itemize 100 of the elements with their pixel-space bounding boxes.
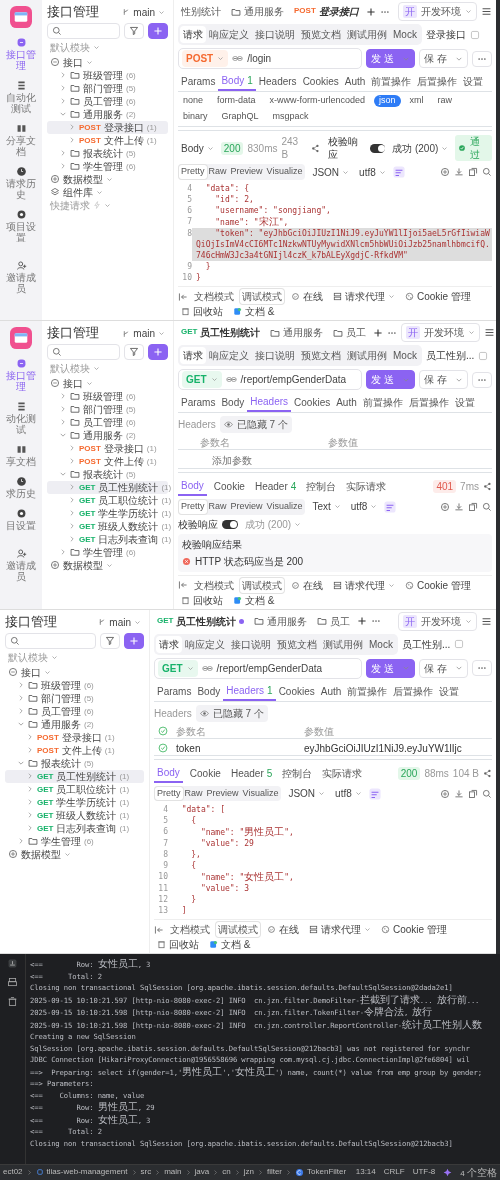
checkbox-icon[interactable]	[158, 743, 168, 754]
tab[interactable]: 接口说明	[252, 26, 298, 43]
tree-item[interactable]: 学生管理 (6)	[47, 545, 168, 559]
tab[interactable]: 通用服务	[267, 324, 327, 342]
breadcrumb[interactable]: src	[140, 1167, 152, 1178]
target-icon[interactable]	[440, 167, 450, 178]
copy-icon[interactable]	[468, 788, 478, 799]
view-tab[interactable]: Raw	[206, 165, 229, 180]
footer-item[interactable]: 在线	[288, 290, 326, 304]
tab[interactable]: 通用服务	[228, 3, 287, 20]
tab[interactable]: 员工	[314, 612, 354, 630]
tab[interactable]: Headers	[255, 72, 300, 91]
footer-item[interactable]: Cookie 管理	[402, 578, 474, 592]
environment-selector[interactable]: 开 开发环境	[398, 2, 477, 21]
format-selector[interactable]: JSON	[285, 787, 329, 801]
tab[interactable]: 性别统计	[178, 3, 224, 20]
tree-item[interactable]: POST 文件上传 (1)	[5, 743, 144, 757]
tree-item[interactable]: 报表统计 (5)	[47, 467, 168, 481]
menu-icon[interactable]	[481, 615, 492, 627]
tab[interactable]: Body	[218, 393, 248, 413]
tab[interactable]: 后置操作	[414, 72, 461, 91]
footer-item[interactable]: 请求代理	[306, 923, 374, 937]
tab[interactable]: 请求	[156, 635, 182, 653]
tree-item[interactable]: GET 班级人数统计 (1)	[5, 808, 144, 822]
tree-item[interactable]: GET 学生学历统计 (1)	[5, 795, 144, 809]
share-icon[interactable]	[483, 768, 492, 778]
body-type-option[interactable]: GraphQL	[216, 110, 264, 123]
rail-item[interactable]: 目设置	[1, 508, 41, 532]
footer-item[interactable]: 文档 &	[230, 593, 278, 607]
toggle-switch[interactable]	[369, 143, 386, 153]
tab[interactable]: 前置操作	[344, 681, 391, 701]
tab[interactable]: 请求	[180, 26, 206, 43]
footer-item[interactable]: 请求代理	[330, 578, 398, 592]
body-type-option[interactable]: none	[178, 95, 209, 107]
tree-item[interactable]: 组件库	[47, 185, 168, 199]
copy-icon[interactable]	[468, 167, 478, 178]
tree-item[interactable]: 接口	[47, 55, 168, 69]
wrap-icon[interactable]	[368, 787, 381, 800]
tree-item[interactable]: 部门管理 (5)	[47, 81, 168, 95]
view-tab[interactable]: Preview	[228, 500, 265, 514]
body-type-option[interactable]: form-data	[212, 95, 261, 107]
tab[interactable]: Auth	[317, 681, 345, 701]
encoding-selector[interactable]: utf8	[356, 165, 389, 179]
mode-tab[interactable]: 调试模式	[240, 289, 284, 305]
tab[interactable]: Mock	[366, 635, 396, 653]
menu-icon[interactable]	[481, 6, 492, 17]
tree-item[interactable]: 报表统计 (5)	[5, 756, 144, 770]
status-item[interactable]: 4 个空格	[460, 1165, 497, 1179]
rail-item[interactable]: 分享文档	[1, 123, 41, 157]
scroll-end-icon[interactable]	[7, 958, 18, 970]
search-icon[interactable]	[482, 167, 492, 178]
tree-item[interactable]: 接口	[5, 665, 144, 679]
tree-item[interactable]: 通用服务 (2)	[5, 717, 144, 731]
collapse-icon[interactable]	[178, 291, 188, 302]
save-button[interactable]: 保 存	[419, 658, 468, 678]
view-tab[interactable]: Visualize	[264, 165, 305, 180]
tree-item[interactable]: 员工管理 (6)	[5, 704, 144, 718]
tab[interactable]: 设置	[460, 72, 487, 91]
tab[interactable]: 测试用例	[320, 635, 366, 653]
rail-item[interactable]: 动化测试	[1, 401, 41, 436]
more-button[interactable]	[472, 660, 492, 677]
filter-button[interactable]	[100, 632, 120, 649]
tab[interactable]: 前置操作	[368, 72, 415, 91]
tree-item[interactable]: 部门管理 (5)	[47, 402, 168, 416]
tree-item[interactable]: GET 员工性别统计 (1)	[5, 769, 144, 783]
tab[interactable]: 前置操作	[359, 393, 406, 413]
footer-item[interactable]: 回收站	[178, 593, 226, 607]
footer-item[interactable]: 在线	[264, 923, 302, 937]
tab[interactable]: 实际请求	[343, 478, 390, 496]
branch-selector[interactable]: main	[119, 5, 168, 19]
tree-item[interactable]: 通用服务 (2)	[47, 107, 168, 121]
more-button[interactable]	[472, 371, 492, 388]
view-tab[interactable]: Raw	[182, 786, 205, 801]
tree-item[interactable]: 接口	[47, 376, 168, 390]
filter-button[interactable]	[124, 343, 144, 360]
format-selector[interactable]: Text	[309, 500, 344, 514]
tab[interactable]: Params	[154, 681, 195, 701]
add-button[interactable]	[148, 343, 168, 360]
trash-icon[interactable]	[7, 996, 18, 1008]
body-type-option[interactable]: xml	[404, 95, 429, 107]
tab[interactable]: 接口说明	[228, 635, 274, 653]
tree-item[interactable]: GET 员工职位统计 (1)	[5, 782, 144, 796]
format-selector[interactable]: JSON	[309, 165, 353, 179]
result-selector[interactable]: 成功 (200)	[389, 141, 452, 155]
tab[interactable]: Cookie	[186, 764, 224, 782]
rail-item[interactable]: 项目设置	[1, 209, 41, 243]
wrap-icon[interactable]	[384, 500, 397, 513]
download-icon[interactable]	[454, 167, 464, 178]
tree-item[interactable]: 通用服务 (2)	[47, 428, 168, 442]
add-button[interactable]	[148, 22, 168, 39]
tab[interactable]: Params	[178, 72, 219, 91]
view-tab[interactable]: Visualize	[240, 786, 281, 801]
menu-icon[interactable]	[484, 327, 496, 339]
toggle-switch[interactable]	[222, 519, 238, 529]
body-type-option[interactable]: json	[374, 95, 401, 107]
status-item[interactable]: UTF-8	[412, 1167, 436, 1178]
tree-item[interactable]: 学生管理 (6)	[47, 159, 168, 173]
tree-item[interactable]: POST 登录接口 (1)	[5, 730, 144, 744]
filter-button[interactable]	[124, 22, 144, 39]
body-type-option[interactable]: binary	[178, 110, 213, 123]
